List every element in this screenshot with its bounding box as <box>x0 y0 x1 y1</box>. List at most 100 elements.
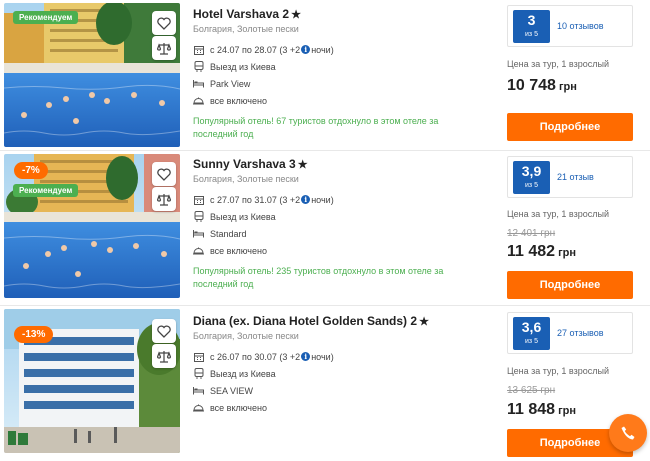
score-badge: 3,9 из 5 <box>513 160 550 194</box>
room-text: SEA VIEW <box>210 385 254 396</box>
nights-text: ночи) <box>311 351 334 362</box>
reviews-link[interactable]: 10 отзывов <box>557 21 604 31</box>
score-badge: 3,6 из 5 <box>513 316 550 350</box>
compare-button[interactable] <box>152 187 176 211</box>
hotel-info: Sunny Varshava 3 ★ Болгария, Золотые песк… <box>193 157 493 291</box>
hotel-info: Diana (ex. Diana Hotel Golden Sands) 2 ★ … <box>193 314 493 413</box>
info-icon[interactable]: i <box>301 45 311 54</box>
hotel-name-line[interactable]: Diana (ex. Diana Hotel Golden Sands) 2 ★ <box>193 314 493 329</box>
price-currency: грн <box>558 405 577 417</box>
score-badge: 3 из 5 <box>513 9 550 43</box>
score-scale: из 5 <box>525 181 538 189</box>
price-value: 11 848 <box>507 401 556 418</box>
calendar-icon <box>193 351 204 362</box>
dates-text: с 26.07 по 30.07 (3 +2 <box>210 351 301 362</box>
details-button[interactable]: Подробнее <box>507 271 633 299</box>
compare-button[interactable] <box>152 36 176 60</box>
meal-cloche-icon <box>193 245 204 256</box>
bus-icon <box>193 368 204 379</box>
nights-text: ночи) <box>311 194 334 205</box>
room-type: Park View <box>193 78 493 89</box>
meal-text: все включено <box>210 245 267 256</box>
hotel-name[interactable]: Diana (ex. Diana Hotel Golden Sands) 2 <box>193 314 417 328</box>
departure-text: Выезд из Киева <box>210 61 276 72</box>
hotel-name-line[interactable]: Hotel Varshava 2 ★ <box>193 7 493 22</box>
discount-badge: -13% <box>14 326 54 343</box>
departure: Выезд из Киева <box>193 368 493 379</box>
popular-note: Популярный отель! 235 туристов отдохнуло… <box>193 266 444 289</box>
info-icon[interactable]: i <box>301 352 311 361</box>
bus-icon <box>193 61 204 72</box>
price: 10 748 грн <box>507 77 577 95</box>
phone-icon <box>621 426 635 440</box>
hotel-name-line[interactable]: Sunny Varshava 3 ★ <box>193 157 493 172</box>
star-icon: ★ <box>291 9 301 21</box>
rating-box[interactable]: 3,9 из 5 21 отзыв <box>507 156 633 198</box>
discount-badge: -7% <box>14 162 48 179</box>
room-text: Standard <box>210 228 247 239</box>
hotel-location: Болгария, Золотые пески <box>193 174 299 184</box>
score-scale: из 5 <box>525 30 538 38</box>
favorite-button[interactable] <box>152 319 176 343</box>
old-price: 13 625 грн <box>507 385 556 396</box>
tour-dates: с 24.07 по 28.07 (3 +2 i ночи) <box>193 44 493 55</box>
meal-text: все включено <box>210 95 267 106</box>
tour-dates: с 27.07 по 31.07 (3 +2 i ночи) <box>193 194 493 205</box>
hotel-info: Hotel Varshava 2 ★ Болгария, Золотые песк… <box>193 7 493 141</box>
favorite-button[interactable] <box>152 11 176 35</box>
hotel-card: -7% Рекомендуем Sunny Varshava 3 ★ Болгар… <box>0 150 650 300</box>
departure: Выезд из Киева <box>193 61 493 72</box>
price-value: 10 748 <box>507 77 556 94</box>
compare-button[interactable] <box>152 344 176 368</box>
price: 11 848 грн <box>507 401 576 419</box>
hotel-name[interactable]: Hotel Varshava 2 <box>193 7 289 21</box>
meal-text: все включено <box>210 402 267 413</box>
hotel-location: Болгария, Золотые пески <box>193 331 299 341</box>
info-icon[interactable]: i <box>301 195 311 204</box>
meal-plan: все включено <box>193 95 493 106</box>
hotel-card: Рекомендуем Hotel Varshava 2 ★ Болгария, … <box>0 0 650 150</box>
heart-icon <box>157 167 171 181</box>
nights-text: ночи) <box>311 44 334 55</box>
call-button[interactable] <box>609 414 647 452</box>
reviews-link[interactable]: 27 отзывов <box>557 328 604 338</box>
hotel-name[interactable]: Sunny Varshava 3 <box>193 157 296 171</box>
star-icon: ★ <box>297 159 308 171</box>
price-label: Цена за тур, 1 взрослый <box>507 366 609 376</box>
room-text: Park View <box>210 78 251 89</box>
reviews-link[interactable]: 21 отзыв <box>557 172 594 182</box>
details-button[interactable]: Подробнее <box>507 113 633 141</box>
room-type: SEA VIEW <box>193 385 493 396</box>
bed-icon <box>193 78 204 89</box>
score-value: 3,9 <box>521 162 542 179</box>
favorite-button[interactable] <box>152 162 176 186</box>
departure-text: Выезд из Киева <box>210 211 276 222</box>
compare-scales-icon <box>157 193 171 206</box>
compare-scales-icon <box>157 42 171 55</box>
score-scale: из 5 <box>525 337 538 345</box>
heart-icon <box>157 16 171 30</box>
calendar-icon <box>193 44 204 55</box>
rating-box[interactable]: 3,6 из 5 27 отзывов <box>507 312 633 354</box>
departure: Выезд из Киева <box>193 211 493 222</box>
old-price: 12 401 грн <box>507 228 556 239</box>
compare-scales-icon <box>157 350 171 363</box>
meal-plan: все включено <box>193 402 493 413</box>
star-icon: ★ <box>419 316 429 328</box>
popular-note: Популярный отель! 67 туристов отдохнуло … <box>193 116 439 139</box>
calendar-icon <box>193 194 204 205</box>
recommended-badge: Рекомендуем <box>13 11 79 24</box>
dates-text: с 24.07 по 28.07 (3 +2 <box>210 44 301 55</box>
bed-icon <box>193 228 204 239</box>
room-type: Standard <box>193 228 493 239</box>
price: 11 482 грн <box>507 243 576 261</box>
dates-text: с 27.07 по 31.07 (3 +2 <box>210 194 301 205</box>
price-label: Цена за тур, 1 взрослый <box>507 209 609 219</box>
meal-cloche-icon <box>193 95 204 106</box>
hotel-card: -13% Diana (ex. Diana Hotel Golden Sands… <box>0 305 650 457</box>
meal-cloche-icon <box>193 402 204 413</box>
rating-box[interactable]: 3 из 5 10 отзывов <box>507 5 633 47</box>
price-value: 11 482 <box>507 243 556 260</box>
tour-dates: с 26.07 по 30.07 (3 +2 i ночи) <box>193 351 493 362</box>
bed-icon <box>193 385 204 396</box>
